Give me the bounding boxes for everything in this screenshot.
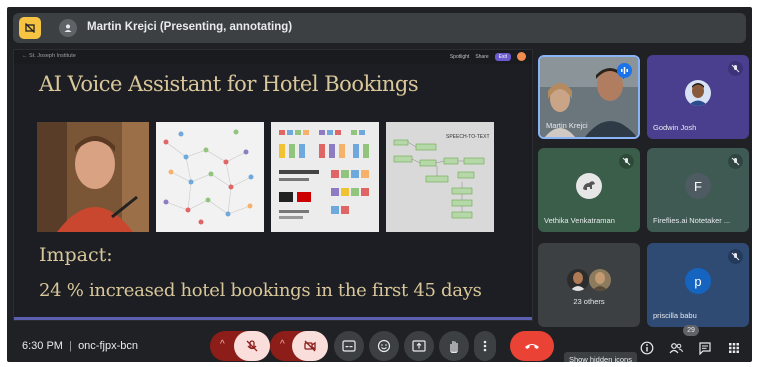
microphone-button[interactable]	[234, 331, 270, 361]
mic-off-icon	[246, 340, 258, 352]
people-button[interactable]	[668, 340, 684, 356]
mic-off-icon	[622, 157, 631, 166]
video-thumbnail	[37, 122, 149, 232]
others-count: 23 others	[573, 297, 605, 306]
meet-window: Martin Krejci (Presenting, annotating) ←…	[7, 7, 752, 362]
others-tile[interactable]: 23 others	[538, 243, 640, 327]
meeting-info: 6:30 PM | onc-fjpx-bcn	[22, 340, 138, 352]
slide-toolbar-actions: Spotlight Share Exit	[450, 52, 526, 61]
present-button[interactable]	[404, 331, 434, 361]
spotlight-button[interactable]: Spotlight	[450, 54, 469, 60]
muted-indicator	[728, 61, 743, 76]
audio-wave-icon	[621, 67, 628, 74]
speech-label: SPEECH-TO-TEXT	[446, 134, 490, 140]
person-icon	[64, 24, 72, 32]
participant-tile-martin[interactable]: Martin Krejci	[538, 55, 640, 139]
more-vert-icon	[483, 340, 487, 352]
participant-name: Martin Krejci	[546, 121, 588, 130]
presenter-label: Martin Krejci (Presenting, annotating)	[87, 21, 293, 33]
tooltip: Show hidden icons	[564, 352, 637, 362]
participant-name: priscilla babu	[653, 311, 697, 320]
flow-diagram-thumbnail	[156, 122, 264, 232]
raise-hand-button[interactable]	[439, 331, 469, 361]
avatar: p	[685, 268, 711, 294]
captions-icon	[342, 340, 356, 352]
participant-tile-priscilla[interactable]: p priscilla babu	[647, 243, 749, 327]
separator: |	[66, 340, 79, 352]
meeting-details-button[interactable]	[639, 340, 655, 356]
person-video-image	[37, 122, 149, 232]
mic-off-icon	[731, 157, 740, 166]
slide-title: AI Voice Assistant for Hotel Bookings	[39, 72, 419, 96]
people-icon	[669, 343, 683, 354]
activities-button[interactable]	[726, 340, 742, 356]
muted-indicator	[728, 249, 743, 264]
participant-tile-godwin[interactable]: Godwin Josh	[647, 55, 749, 139]
captions-button[interactable]	[334, 331, 364, 361]
profile-photo	[688, 83, 708, 106]
hand-icon	[450, 341, 458, 353]
unpin-button[interactable]	[19, 17, 41, 39]
chevron-up-icon: ^	[220, 339, 225, 350]
speech-to-text-thumbnail: SPEECH-TO-TEXT	[386, 122, 494, 232]
current-time: 6:30 PM	[22, 340, 63, 352]
camera-button[interactable]	[292, 331, 328, 361]
workflow-grid-image	[279, 130, 369, 219]
avatar	[685, 80, 711, 106]
impact-heading: Impact:	[39, 244, 113, 266]
emoji-icon	[377, 339, 391, 353]
impact-stat: 24 % increased hotel bookings in the fir…	[39, 280, 482, 301]
mic-off-icon	[731, 64, 740, 73]
profile-photo	[570, 272, 586, 291]
muted-indicator	[619, 154, 634, 169]
present-screen-icon	[412, 340, 426, 352]
slide-toolbar: ← St. Joseph Institute Spotlight Share E…	[14, 50, 532, 64]
speaking-indicator	[617, 63, 632, 78]
leave-call-button[interactable]	[510, 331, 554, 361]
chat-icon	[699, 342, 711, 355]
participant-name: Godwin Josh	[653, 123, 697, 132]
dinosaur-icon	[583, 181, 595, 190]
meeting-code[interactable]: onc-fjpx-bcn	[78, 340, 138, 352]
participant-tile-fireflies[interactable]: F Fireflies.ai Notetaker ...	[647, 148, 749, 232]
presenter-avatar	[59, 19, 77, 37]
user-avatar[interactable]	[517, 52, 526, 61]
share-button[interactable]: Share	[475, 54, 488, 60]
avatar: F	[685, 173, 711, 199]
participant-name: Fireflies.ai Notetaker ...	[653, 216, 731, 225]
chevron-up-icon: ^	[280, 339, 285, 350]
muted-indicator	[728, 154, 743, 169]
avatar	[567, 269, 589, 291]
apps-grid-icon	[729, 343, 739, 353]
avatar	[589, 269, 611, 291]
profile-photo	[592, 272, 608, 291]
info-icon	[640, 341, 654, 355]
reactions-button[interactable]	[369, 331, 399, 361]
slide-progress-bar	[14, 317, 532, 320]
more-options-button[interactable]	[474, 331, 496, 361]
slide-breadcrumb: ← St. Joseph Institute	[22, 53, 76, 59]
avatar	[576, 173, 602, 199]
speech-diagram-image: SPEECH-TO-TEXT	[393, 134, 490, 219]
workflow-thumbnail	[271, 122, 379, 232]
pin-off-icon	[25, 23, 35, 33]
call-end-icon	[525, 344, 539, 349]
participant-count-badge: 29	[683, 325, 699, 336]
participant-name: Vethika Venkatraman	[544, 216, 615, 225]
camera-off-icon	[304, 340, 316, 352]
participant-tile-vethika[interactable]: Vethika Venkatraman	[538, 148, 640, 232]
exit-button[interactable]: Exit	[494, 52, 511, 61]
chat-button[interactable]	[697, 340, 713, 356]
mic-off-icon	[731, 252, 740, 261]
node-graph-image	[163, 129, 254, 225]
presentation-bar: Martin Krejci (Presenting, annotating)	[13, 13, 746, 43]
shared-screen[interactable]: ← St. Joseph Institute Spotlight Share E…	[13, 49, 533, 321]
